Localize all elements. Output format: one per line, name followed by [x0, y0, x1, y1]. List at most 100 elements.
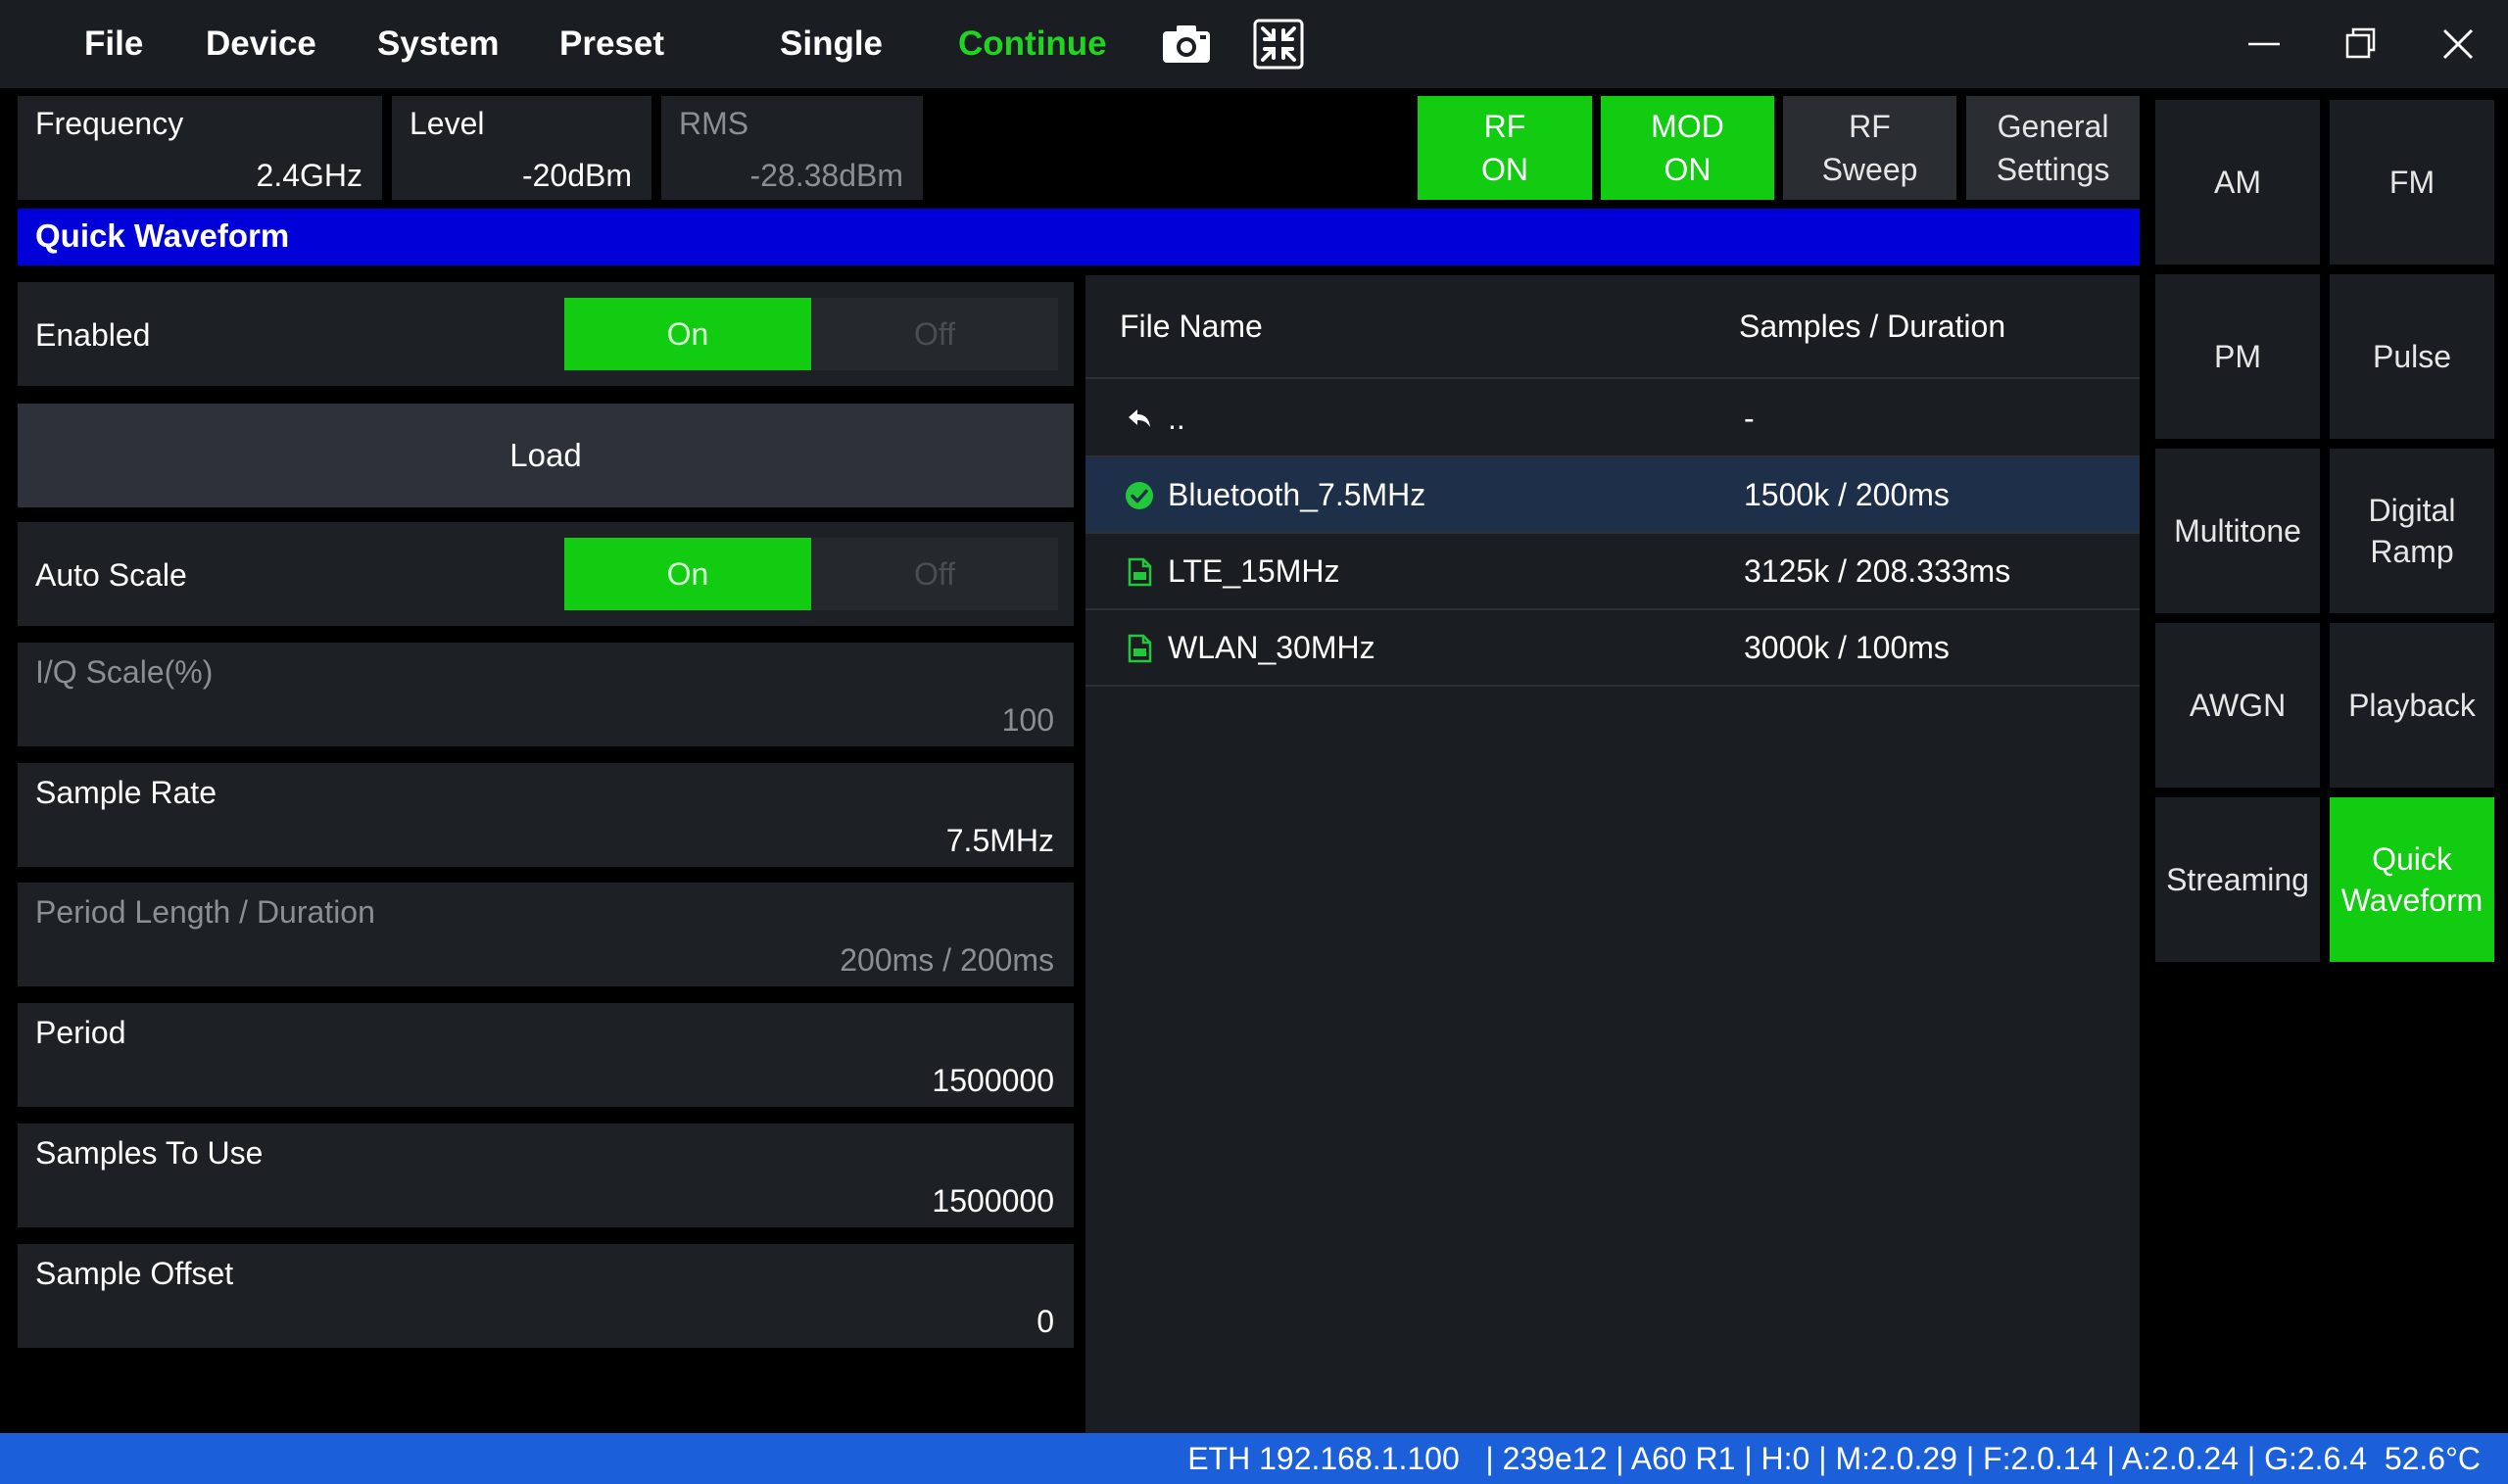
file-name: .. [1168, 401, 1185, 436]
mode-quick-waveform-line1: Quick [2372, 841, 2452, 877]
frequency-field[interactable]: Frequency 2.4GHz [18, 96, 382, 200]
menu-device[interactable]: Device [206, 22, 316, 67]
minimize-icon[interactable] [2243, 22, 2286, 67]
file-name: Bluetooth_7.5MHz [1168, 477, 1426, 512]
sample-offset-value: 0 [1037, 1304, 1054, 1339]
sample-rate-field[interactable]: Sample Rate 7.5MHz [18, 763, 1074, 867]
frequency-label: Frequency [35, 106, 184, 141]
status-text: ETH 192.168.1.100 | 239e12 | A60 R1 | H:… [1187, 1441, 2481, 1476]
back-arrow-icon [1129, 409, 1150, 427]
mode-digital-ramp[interactable]: Digital Ramp [2330, 449, 2494, 613]
continue-sweep-button[interactable]: Continue [958, 22, 1107, 67]
mod-on-line1: MOD [1651, 109, 1724, 144]
mod-on-line2: ON [1664, 152, 1712, 187]
file-duration: 3125k / 208.333ms [1744, 553, 2011, 589]
frequency-value: 2.4GHz [256, 158, 362, 193]
sample-offset-field[interactable]: Sample Offset 0 [18, 1244, 1074, 1348]
panel-title-bar: Quick Waveform [18, 209, 2140, 265]
period-length-value: 200ms / 200ms [840, 942, 1054, 978]
mode-digital-ramp-line2: Ramp [2370, 534, 2454, 569]
mode-pm[interactable]: PM [2155, 274, 2320, 439]
table-row[interactable]: LTE_15MHz 3125k / 208.333ms [1085, 534, 2140, 610]
file-duration: - [1744, 401, 1755, 436]
menu-system[interactable]: System [377, 22, 500, 67]
rf-sweep-button[interactable]: RF Sweep [1783, 96, 1956, 200]
period-value: 1500000 [932, 1063, 1054, 1098]
menu-preset[interactable]: Preset [559, 22, 664, 67]
sample-rate-value: 7.5MHz [945, 823, 1054, 858]
mode-streaming[interactable]: Streaming [2155, 797, 2320, 962]
sample-offset-label: Sample Offset [35, 1256, 234, 1291]
rf-on-line1: RF [1483, 109, 1526, 144]
rf-on-line2: ON [1481, 152, 1528, 187]
load-button[interactable]: Load [18, 404, 1074, 507]
iq-scale-value: 100 [1001, 702, 1054, 738]
mode-am-label: AM [2214, 165, 2261, 200]
menu-file[interactable]: File [84, 22, 143, 67]
mode-digital-ramp-label: Digital Ramp [2369, 490, 2456, 572]
general-settings-line1: General [1997, 109, 2109, 144]
period-field[interactable]: Period 1500000 [18, 1003, 1074, 1107]
iq-scale-field: I/Q Scale(%) 100 [18, 643, 1074, 746]
level-value: -20dBm [521, 158, 632, 193]
file-icon [1128, 634, 1152, 663]
file-duration: 1500k / 200ms [1744, 477, 1950, 512]
level-label: Level [410, 106, 485, 141]
file-name: WLAN_30MHz [1168, 630, 1375, 665]
rf-sweep-line2: Sweep [1821, 152, 1918, 187]
rf-on-button[interactable]: RF ON [1418, 96, 1592, 200]
enabled-row: Enabled On Off [18, 282, 1074, 386]
mode-pulse[interactable]: Pulse [2330, 274, 2494, 439]
status-bar: ETH 192.168.1.100 | 239e12 | A60 R1 | H:… [0, 1433, 2508, 1484]
enabled-on-toggle[interactable]: On [564, 298, 811, 370]
table-row[interactable]: WLAN_30MHz 3000k / 100ms [1085, 610, 2140, 687]
mode-multitone[interactable]: Multitone [2155, 449, 2320, 613]
mode-playback-label: Playback [2348, 688, 2476, 723]
mode-multitone-label: Multitone [2174, 513, 2301, 549]
period-length-label: Period Length / Duration [35, 894, 375, 930]
mode-awgn[interactable]: AWGN [2155, 623, 2320, 788]
file-duration: 3000k / 100ms [1744, 630, 1950, 665]
single-sweep-button[interactable]: Single [780, 22, 883, 67]
iq-scale-label: I/Q Scale(%) [35, 654, 214, 690]
file-name-header: File Name [1120, 309, 1263, 344]
rms-field: RMS -28.38dBm [661, 96, 923, 200]
period-length-field: Period Length / Duration 200ms / 200ms [18, 883, 1074, 986]
panel-title: Quick Waveform [35, 217, 290, 254]
file-browser: File Name Samples / Duration .. - Blueto… [1085, 275, 2140, 1433]
mode-pm-label: PM [2214, 339, 2261, 374]
camera-icon[interactable] [1160, 18, 1213, 71]
file-name: LTE_15MHz [1168, 553, 1340, 589]
auto-scale-off-toggle[interactable]: Off [811, 538, 1058, 610]
file-table-header: File Name Samples / Duration [1085, 275, 2140, 379]
restore-icon[interactable] [2339, 22, 2382, 67]
close-icon[interactable] [2436, 22, 2480, 67]
rms-label: RMS [679, 106, 749, 141]
auto-scale-row: Auto Scale On Off [18, 522, 1074, 626]
mode-quick-waveform[interactable]: Quick Waveform [2330, 797, 2494, 962]
sample-rate-label: Sample Rate [35, 775, 217, 810]
mode-quick-waveform-label: Quick Waveform [2341, 838, 2484, 921]
enabled-off-toggle[interactable]: Off [811, 298, 1058, 370]
level-field[interactable]: Level -20dBm [392, 96, 651, 200]
general-settings-button[interactable]: General Settings [1966, 96, 2140, 200]
mode-playback[interactable]: Playback [2330, 623, 2494, 788]
rms-value: -28.38dBm [749, 158, 903, 193]
general-settings-line2: Settings [1996, 152, 2110, 187]
samples-to-use-value: 1500000 [932, 1183, 1054, 1219]
mod-on-button[interactable]: MOD ON [1601, 96, 1774, 200]
mode-awgn-label: AWGN [2189, 688, 2287, 723]
auto-scale-on-toggle[interactable]: On [564, 538, 811, 610]
period-label: Period [35, 1015, 126, 1050]
mode-fm[interactable]: FM [2330, 100, 2494, 264]
mode-streaming-label: Streaming [2166, 862, 2309, 897]
file-row-selected[interactable]: Bluetooth_7.5MHz 1500k / 200ms [1085, 457, 2140, 534]
mode-pulse-label: Pulse [2372, 339, 2452, 374]
samples-to-use-field[interactable]: Samples To Use 1500000 [18, 1124, 1074, 1227]
mode-fm-label: FM [2388, 165, 2436, 200]
mode-quick-waveform-line2: Waveform [2340, 883, 2484, 918]
file-row-parent[interactable]: .. - [1085, 381, 2140, 457]
fullscreen-exit-icon[interactable] [1252, 18, 1305, 71]
mode-am[interactable]: AM [2155, 100, 2320, 264]
samples-duration-header: Samples / Duration [1739, 309, 2006, 344]
